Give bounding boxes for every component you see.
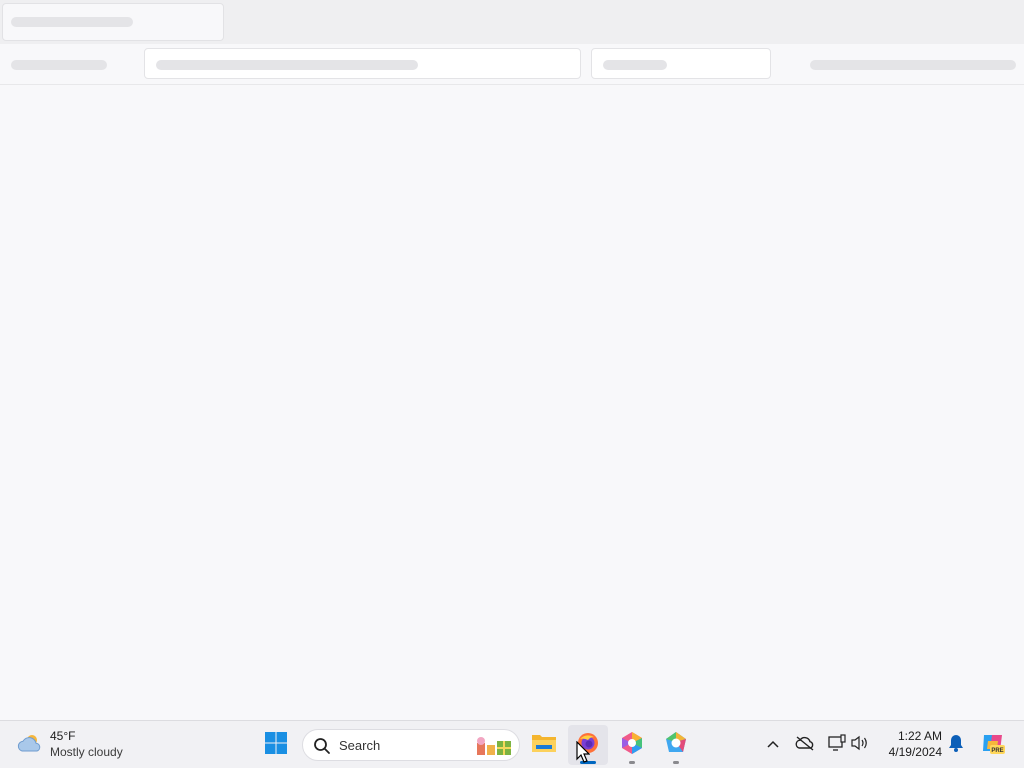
browser-toolbar [0,44,1024,85]
show-hidden-icons-button[interactable] [761,733,785,757]
clock-date: 4/19/2024 [888,745,942,759]
folder-icon [531,732,557,759]
onedrive-offline-icon [795,735,815,756]
page-content [0,85,1024,720]
taskbar: 45°F Mostly cloudy Search 1:22 AM 4/19/2… [0,720,1024,768]
copilot-style-icon [664,731,688,760]
volume-tray-button[interactable] [848,733,872,757]
tab-title-placeholder [11,17,133,27]
search-placeholder [603,60,667,70]
network-tray-button[interactable] [825,733,849,757]
chevron-up-icon [766,736,780,754]
copilot-pre-icon: PRE [980,731,1006,760]
toolbar-actions-placeholder [810,60,1016,70]
nav-buttons-placeholder [11,60,107,70]
colorful-app-icon [620,731,644,760]
start-button[interactable] [256,725,296,765]
svg-text:PRE: PRE [991,748,1003,754]
app-button-2[interactable] [656,725,696,765]
weather-condition: Mostly cloudy [50,745,123,759]
url-placeholder [156,60,418,70]
onedrive-tray-button[interactable] [793,733,817,757]
address-bar[interactable] [144,48,581,79]
file-explorer-button[interactable] [524,725,564,765]
taskbar-search[interactable]: Search [302,729,520,761]
volume-icon [850,735,870,756]
browser-tab[interactable] [2,3,224,41]
search-highlight-icon [475,735,513,762]
clock[interactable]: 1:22 AM 4/19/2024 [870,728,942,760]
search-field[interactable] [591,48,771,79]
notification-bell-icon [948,734,964,757]
tab-strip [0,0,1024,44]
copilot-tray-button[interactable]: PRE [979,733,1007,757]
weather-widget[interactable]: 45°F Mostly cloudy [14,727,154,763]
search-label: Search [339,738,381,753]
cloud-icon [16,732,44,759]
weather-temperature: 45°F [50,729,76,743]
app-button-1[interactable] [612,725,652,765]
clock-time: 1:22 AM [897,729,942,743]
running-indicator [673,761,679,764]
mouse-cursor-icon [576,740,591,768]
search-icon [313,737,331,760]
notifications-button[interactable] [944,733,968,757]
network-icon [827,733,847,757]
running-indicator [629,761,635,764]
windows-logo-icon [264,731,288,760]
